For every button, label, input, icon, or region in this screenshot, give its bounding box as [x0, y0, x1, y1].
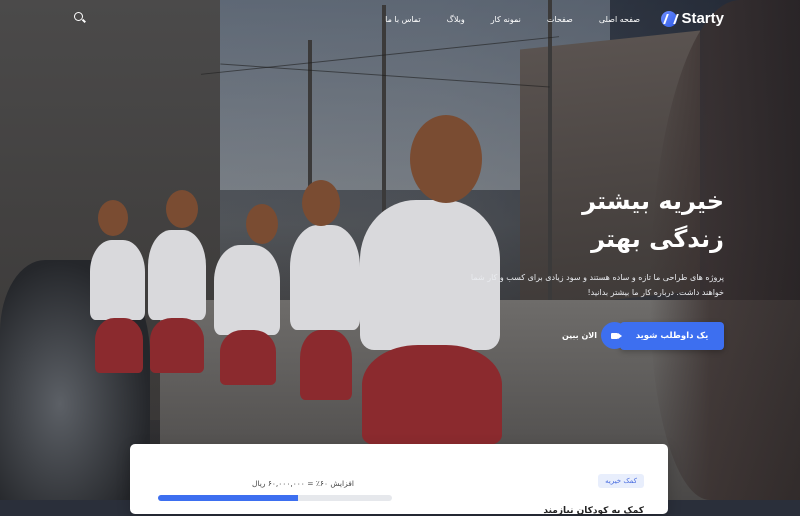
child-figure [290, 225, 360, 330]
donation-progress-fill [158, 495, 299, 501]
site-logo[interactable]: Starty [661, 10, 724, 27]
main-nav: صفحه اصلی صفحات نمونه کار وبلاگ تماس با … [385, 15, 640, 24]
hero-title-line1: خیریه بیشتر [582, 187, 724, 215]
child-figure [302, 180, 340, 226]
nav-item-portfolio[interactable]: نمونه کار [491, 15, 521, 24]
child-figure [220, 330, 276, 385]
site-header: صفحه اصلی صفحات نمونه کار وبلاگ تماس با … [0, 0, 800, 38]
child-figure [95, 318, 143, 373]
donation-progress-bar [158, 495, 392, 501]
child-figure [98, 200, 128, 236]
donation-card-title: کمک به کودکان نیازمند [543, 506, 644, 516]
donation-card: کمک خیریه افزایش ۶۰٪ = ۶۰,۰۰۰,۰۰۰ ریال ک… [130, 444, 668, 516]
video-camera-icon [611, 332, 618, 339]
child-main-figure [362, 345, 502, 445]
nav-item-blog[interactable]: وبلاگ [447, 15, 465, 24]
watch-video-button[interactable] [601, 322, 628, 349]
child-figure [300, 330, 352, 400]
child-figure [246, 204, 278, 244]
hero-title: خیریه بیشتر زندگی بهتر [424, 182, 724, 258]
child-figure [148, 230, 206, 320]
starty-logo-icon [661, 10, 678, 27]
hero-description: پروژه های طراحی ما تازه و ساده هستند و س… [470, 273, 724, 297]
brand-name: Starty [681, 10, 724, 27]
nav-item-pages[interactable]: صفحات [547, 15, 573, 24]
donation-badge: کمک خیریه [598, 474, 644, 488]
child-figure [214, 245, 280, 335]
child-figure [150, 318, 204, 373]
nav-item-home[interactable]: صفحه اصلی [599, 15, 640, 24]
volunteer-button[interactable]: یک داوطلب شوید [620, 322, 724, 350]
nav-item-contact[interactable]: تماس با ما [385, 15, 421, 24]
watch-video-label[interactable]: الان ببین [562, 331, 597, 340]
donation-raised-label: افزایش ۶۰٪ = ۶۰,۰۰۰,۰۰۰ ریال [252, 479, 354, 488]
child-figure [166, 190, 198, 228]
search-icon[interactable] [74, 12, 86, 24]
hero-title-line2: زندگی بهتر [591, 225, 724, 253]
child-figure [90, 240, 145, 320]
